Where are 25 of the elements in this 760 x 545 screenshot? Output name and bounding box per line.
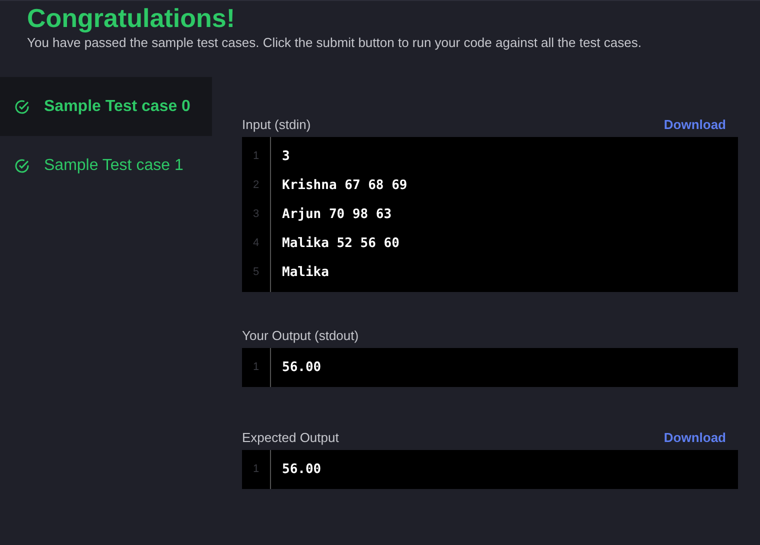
heading: Congratulations! xyxy=(27,3,235,33)
code-line: Malika xyxy=(282,264,329,282)
message-text: You have passed the sample test cases. Click the submit button to run your code against all the test cases. xyxy=(27,34,642,52)
section-label: Input (stdin) xyxy=(242,116,311,134)
section-label: Your Output (stdout) xyxy=(242,326,359,345)
check-circle-icon xyxy=(14,98,30,114)
line-number: 4 xyxy=(252,236,260,252)
code-line: Arjun 70 98 63 xyxy=(282,206,392,224)
section-label: Expected Output xyxy=(242,428,339,447)
code-line: 56.00 xyxy=(282,460,322,479)
download-link[interactable]: Download xyxy=(664,428,726,447)
check-circle-icon xyxy=(14,158,30,174)
code-line: Krishna 67 68 69 xyxy=(282,176,408,195)
line-number: 1 xyxy=(252,462,260,478)
code-line: 3 xyxy=(282,148,290,166)
line-number: 5 xyxy=(252,265,260,280)
line-number: 1 xyxy=(252,149,260,164)
test-case-tab[interactable]: Sample Test case 1 xyxy=(0,136,212,195)
line-number: 2 xyxy=(252,178,260,194)
code-line: Malika 52 56 60 xyxy=(282,234,400,253)
download-link[interactable]: Download xyxy=(664,114,726,134)
code-line: 56.00 xyxy=(282,358,322,377)
line-number: 3 xyxy=(252,207,260,222)
line-number: 1 xyxy=(252,360,260,376)
test-case-tab[interactable]: Sample Test case 0 xyxy=(0,77,212,136)
